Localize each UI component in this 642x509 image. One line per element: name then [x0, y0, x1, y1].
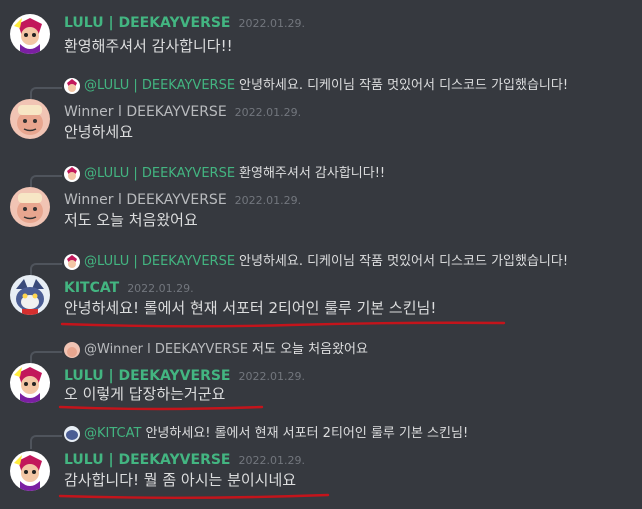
message-header: LULU | DEEKAYVERSE 2022.01.29.: [64, 12, 305, 32]
red-underline-annotation: [58, 405, 264, 411]
reply-text: 안녕하세요! 롤에서 현재 서포터 2티어인 룰루 기본 스킨님!: [145, 426, 469, 441]
reply-author[interactable]: @Winner l DEEKAYVERSE: [84, 342, 248, 357]
author-name[interactable]: Winner l DEEKAYVERSE: [64, 104, 227, 120]
avatar[interactable]: [10, 363, 50, 403]
timestamp: 2022.01.29.: [127, 282, 194, 295]
author-name[interactable]: KITCAT: [64, 280, 119, 296]
message-header: LULU | DEEKAYVERSE 2022.01.29.: [64, 365, 305, 385]
reply-avatar: [64, 426, 80, 442]
timestamp: 2022.01.29.: [238, 17, 305, 30]
avatar[interactable]: [10, 275, 50, 315]
reply-author[interactable]: @LULU | DEEKAYVERSE: [84, 78, 235, 93]
reply-preview[interactable]: @Winner l DEEKAYVERSE 저도 오늘 처음왔어요: [84, 341, 368, 359]
message-header: KITCAT 2022.01.29.: [64, 277, 194, 297]
timestamp: 2022.01.29.: [238, 454, 305, 467]
message-content: 안녕하세요! 롤에서 현재 서포터 2티어인 룰루 기본 스킨님!: [64, 299, 437, 317]
winner-avatar-icon: [10, 99, 50, 139]
reply-text: 환영해주셔서 감사합니다!!: [239, 166, 386, 181]
reply-author[interactable]: @KITCAT: [84, 426, 141, 441]
author-name[interactable]: Winner l DEEKAYVERSE: [64, 192, 227, 208]
lulu-mini-avatar-icon: [64, 78, 80, 94]
winner-mini-avatar-icon: [64, 342, 80, 358]
message-header: Winner l DEEKAYVERSE 2022.01.29.: [64, 189, 301, 209]
message-header: Winner l DEEKAYVERSE 2022.01.29.: [64, 101, 301, 121]
author-name[interactable]: LULU | DEEKAYVERSE: [64, 368, 231, 384]
message-content: 오 이렇게 답장하는거군요: [64, 385, 226, 403]
reply-avatar: [64, 342, 80, 358]
reply-text: 안녕하세요. 디케이님 작품 멋있어서 디스코드 가입했습니다!: [239, 254, 569, 269]
message-content: 감사합니다! 뭘 좀 아시는 분이시네요: [64, 471, 297, 489]
winner-avatar-icon: [10, 187, 50, 227]
kitcat-avatar-icon: [10, 275, 50, 315]
message-content: 저도 오늘 처음왔어요: [64, 211, 198, 229]
red-underline-annotation: [58, 493, 330, 499]
lulu-avatar-icon: [10, 363, 50, 403]
message-header: LULU | DEEKAYVERSE 2022.01.29.: [64, 449, 305, 469]
reply-preview[interactable]: @KITCAT 안녕하세요! 롤에서 현재 서포터 2티어인 룰루 기본 스킨님!: [84, 425, 468, 443]
reply-text: 저도 오늘 처음왔어요: [252, 342, 368, 357]
reply-avatar: [64, 166, 80, 182]
reply-preview[interactable]: @LULU | DEEKAYVERSE 안녕하세요. 디케이님 작품 멋있어서 디…: [84, 77, 568, 95]
reply-preview[interactable]: @LULU | DEEKAYVERSE 안녕하세요. 디케이님 작품 멋있어서 디…: [84, 253, 568, 271]
reply-text: 안녕하세요. 디케이님 작품 멋있어서 디스코드 가입했습니다!: [239, 78, 569, 93]
message-content: 안녕하세요: [64, 123, 134, 141]
reply-avatar: [64, 78, 80, 94]
avatar[interactable]: [10, 187, 50, 227]
author-name[interactable]: LULU | DEEKAYVERSE: [64, 15, 231, 31]
avatar[interactable]: [10, 99, 50, 139]
kitcat-mini-avatar-icon: [64, 426, 80, 442]
lulu-avatar-icon: [10, 14, 50, 54]
avatar[interactable]: [10, 14, 50, 54]
avatar[interactable]: [10, 451, 50, 491]
author-name[interactable]: LULU | DEEKAYVERSE: [64, 452, 231, 468]
reply-author[interactable]: @LULU | DEEKAYVERSE: [84, 166, 235, 181]
lulu-mini-avatar-icon: [64, 254, 80, 270]
reply-avatar: [64, 254, 80, 270]
message-content: 환영해주셔서 감사합니다!!: [64, 37, 233, 55]
lulu-mini-avatar-icon: [64, 166, 80, 182]
timestamp: 2022.01.29.: [234, 106, 302, 119]
timestamp: 2022.01.29.: [238, 370, 305, 383]
timestamp: 2022.01.29.: [234, 194, 302, 207]
red-underline-annotation: [60, 321, 506, 328]
lulu-avatar-icon: [10, 451, 50, 491]
reply-preview[interactable]: @LULU | DEEKAYVERSE 환영해주셔서 감사합니다!!: [84, 165, 385, 183]
reply-spine: [30, 435, 62, 449]
reply-author[interactable]: @LULU | DEEKAYVERSE: [84, 254, 235, 269]
